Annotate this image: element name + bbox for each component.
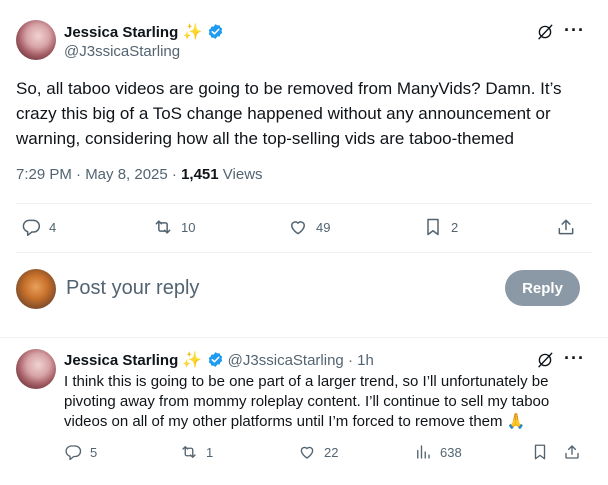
reply-timestamp[interactable]: · 1h [344, 352, 374, 369]
reply-repost-action[interactable]: 1 [180, 443, 213, 461]
reply-button[interactable]: Reply [505, 270, 580, 306]
reply-like-count: 22 [324, 444, 339, 460]
repost-count: 10 [181, 219, 196, 235]
reply-views-action[interactable]: 638 [414, 443, 462, 461]
divider [16, 252, 592, 253]
author-emoji: ✨ [182, 24, 203, 41]
views-count: 1,451 [181, 166, 219, 183]
tweet-timestamp[interactable]: 7:29 PM · May 8, 2025 · [16, 166, 181, 183]
reply-action[interactable]: 4 [21, 217, 56, 237]
reply-reply-count: 5 [90, 444, 98, 460]
views-label: Views [218, 166, 263, 183]
bookmark-count: 2 [451, 219, 459, 235]
repost-action[interactable]: 10 [153, 217, 195, 237]
bookmark-icon [427, 218, 439, 236]
author-avatar[interactable] [16, 20, 56, 60]
reply-author-avatar[interactable] [16, 349, 56, 389]
like-icon [300, 446, 314, 459]
reply-icon [22, 219, 41, 237]
more-icon[interactable]: ··· [564, 348, 585, 369]
repost-icon [182, 446, 196, 458]
repost-icon [155, 220, 171, 234]
reply-reply-action[interactable]: 5 [64, 443, 97, 461]
reply-repost-count: 1 [206, 444, 214, 460]
grok-icon[interactable] [535, 350, 555, 370]
reply-header: Jessica Starling ✨ @J3ssicaStarling · 1h [64, 350, 374, 372]
grok-icon[interactable] [535, 22, 555, 42]
reply-author-emoji: ✨ [182, 352, 203, 369]
reply-bookmark-action[interactable] [531, 443, 549, 461]
reply-author-handle[interactable]: @J3ssicaStarling [228, 352, 344, 369]
verified-badge-icon [207, 351, 224, 372]
reply-author-name[interactable]: Jessica Starling [64, 352, 178, 369]
author-name-row: Jessica Starling ✨ [64, 22, 224, 45]
reply-text: I think this is going to be one part of … [64, 373, 550, 430]
current-user-avatar[interactable] [16, 269, 56, 309]
reply-count: 4 [49, 219, 57, 235]
divider [16, 203, 592, 204]
share-icon [558, 219, 574, 235]
reply-icon [65, 445, 82, 461]
tweet-meta: 7:29 PM · May 8, 2025 · 1,451 Views [16, 166, 263, 183]
reply-input[interactable]: Post your reply [66, 277, 486, 300]
tweet-text: So, all taboo videos are going to be rem… [16, 79, 562, 148]
divider [0, 337, 608, 338]
more-icon[interactable]: ··· [564, 20, 585, 41]
like-icon [291, 221, 305, 235]
reply-views-count: 638 [440, 444, 462, 460]
reply-like-action[interactable]: 22 [298, 443, 338, 461]
like-action[interactable]: 49 [288, 217, 330, 237]
share-icon [565, 445, 579, 459]
author-name[interactable]: Jessica Starling [64, 24, 178, 41]
reply-share-action[interactable] [563, 443, 581, 461]
like-count: 49 [316, 219, 331, 235]
share-action[interactable] [556, 217, 576, 237]
bookmark-action[interactable]: 2 [423, 217, 458, 237]
bookmark-icon [534, 444, 546, 460]
views-icon [417, 445, 430, 459]
verified-badge-icon [207, 23, 224, 45]
author-handle[interactable]: @J3ssicaStarling [64, 43, 180, 60]
